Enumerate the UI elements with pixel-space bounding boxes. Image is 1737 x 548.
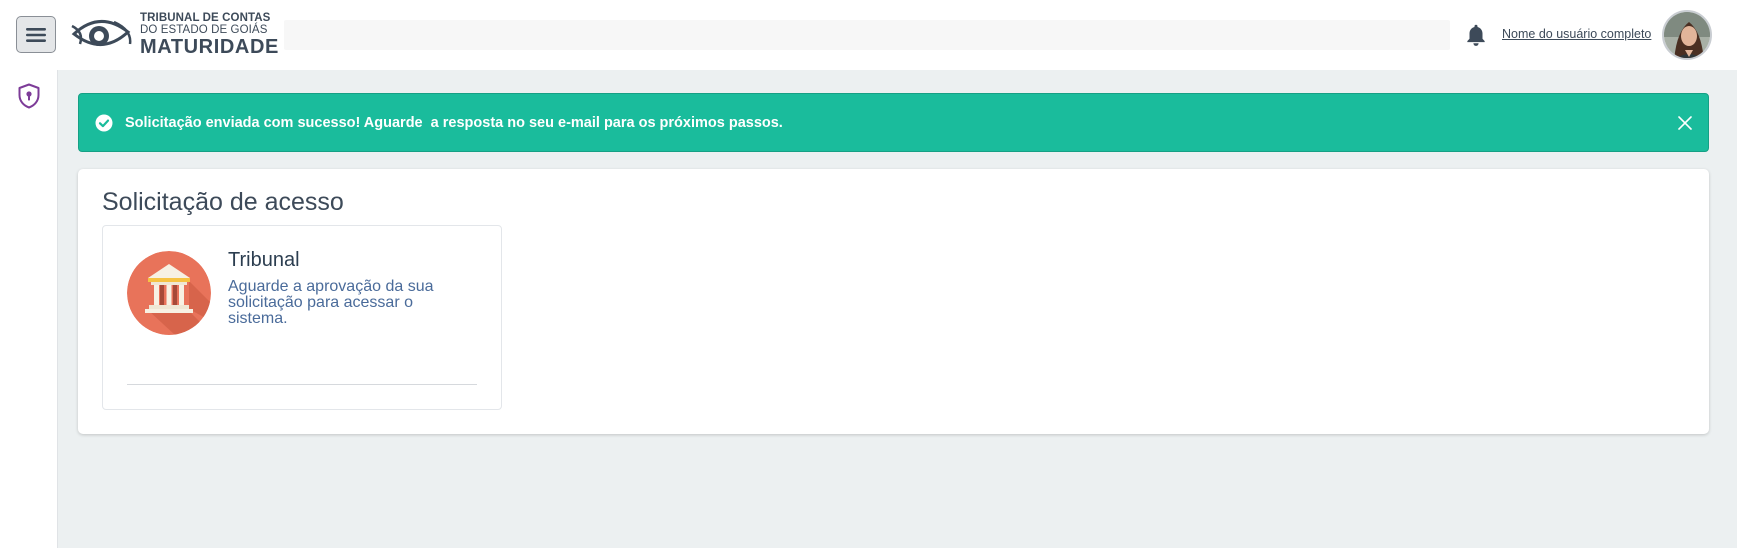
app-logo[interactable]: TRIBUNAL DE CONTAS DO ESTADO DE GOIÁS MA…	[70, 12, 279, 58]
hamburger-menu-icon	[26, 27, 46, 42]
search-bar[interactable]	[284, 20, 1450, 50]
bell-icon[interactable]	[1463, 22, 1489, 48]
card-description: Aguarde a aprovação da sua solicitação p…	[228, 278, 434, 327]
top-header: TRIBUNAL DE CONTAS DO ESTADO DE GOIÁS MA…	[0, 0, 1737, 70]
logo-line-2: DO ESTADO DE GOIÁS	[140, 23, 268, 36]
alert-message: Solicitação enviada com sucesso! Aguarde…	[125, 114, 783, 131]
card-title: Tribunal	[228, 249, 300, 271]
menu-button[interactable]	[16, 16, 56, 53]
eye-logo-icon	[71, 20, 132, 46]
tribunal-card[interactable]: Tribunal Aguarde a aprovação da sua soli…	[102, 225, 502, 410]
logo-line-1: TRIBUNAL DE CONTAS	[140, 12, 271, 24]
card-divider	[127, 384, 477, 385]
avatar[interactable]	[1662, 10, 1712, 60]
success-alert: Solicitação enviada com sucesso! Aguarde…	[78, 93, 1709, 152]
shield-keyhole-icon[interactable]	[17, 83, 41, 109]
main-content: Solicitação enviada com sucesso! Aguarde…	[58, 70, 1737, 548]
close-icon[interactable]	[1676, 114, 1694, 132]
logo-line-3: MATURIDADE	[140, 36, 279, 58]
courthouse-icon	[127, 251, 211, 335]
user-name-link[interactable]: Nome do usuário completo	[1502, 27, 1651, 41]
logo-text: TRIBUNAL DE CONTAS DO ESTADO DE GOIÁS MA…	[140, 12, 279, 58]
sidebar	[0, 70, 58, 548]
avatar-image	[1664, 12, 1710, 58]
access-request-panel: Solicitação de acesso Tribunal Aguarde a…	[78, 169, 1709, 434]
page-title: Solicitação de acesso	[102, 188, 344, 216]
check-circle-icon	[95, 114, 113, 131]
